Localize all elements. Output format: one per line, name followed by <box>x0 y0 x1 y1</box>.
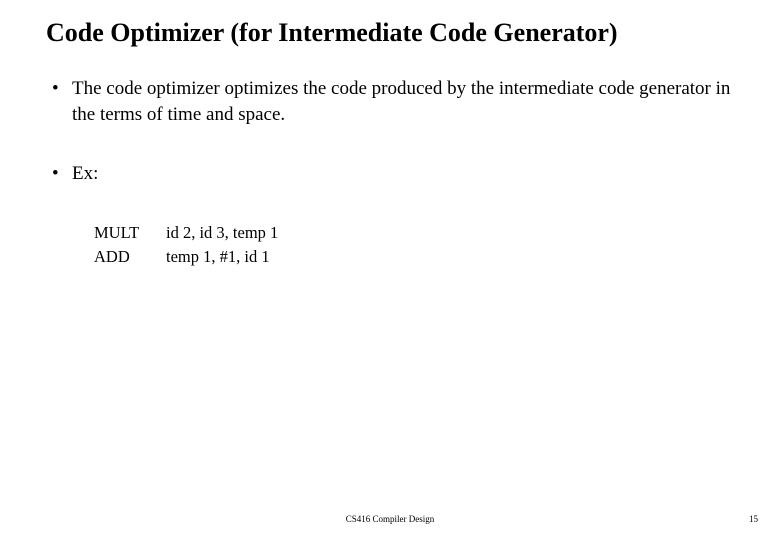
bullet-item: The code optimizer optimizes the code pr… <box>52 76 752 127</box>
slide-title: Code Optimizer (for Intermediate Code Ge… <box>46 18 752 48</box>
code-row: MULT id 2, id 3, temp 1 <box>94 221 752 245</box>
code-op: MULT <box>94 221 166 245</box>
bullet-text: The code optimizer optimizes the code pr… <box>72 78 730 125</box>
footer-center: CS416 Compiler Design <box>346 514 435 524</box>
bullet-item: Ex: <box>52 161 752 187</box>
code-block: MULT id 2, id 3, temp 1 ADD temp 1, #1, … <box>94 221 752 269</box>
page-number: 15 <box>749 514 758 524</box>
code-row: ADD temp 1, #1, id 1 <box>94 245 752 269</box>
code-args: temp 1, #1, id 1 <box>166 245 270 269</box>
bullet-text: Ex: <box>72 163 98 184</box>
slide: Code Optimizer (for Intermediate Code Ge… <box>0 0 780 540</box>
code-args: id 2, id 3, temp 1 <box>166 221 278 245</box>
bullet-list: The code optimizer optimizes the code pr… <box>28 76 752 187</box>
code-op: ADD <box>94 245 166 269</box>
